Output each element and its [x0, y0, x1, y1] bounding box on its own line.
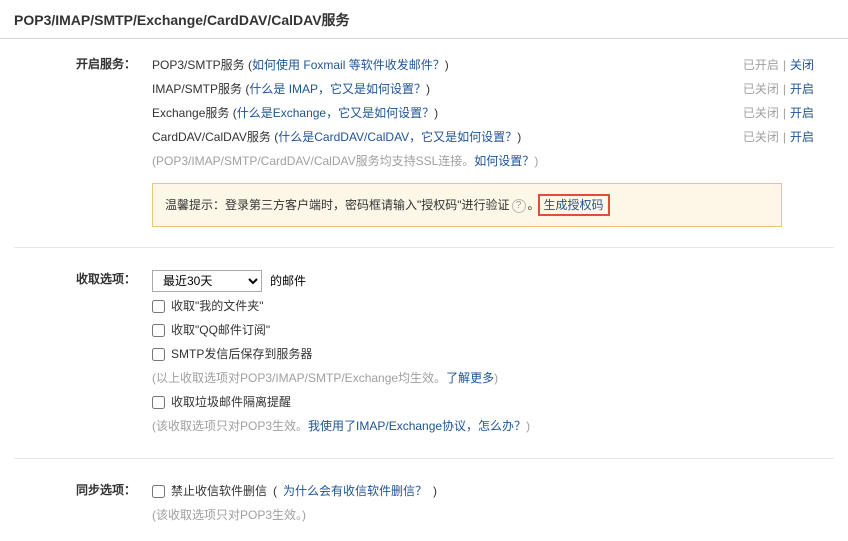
sync-section-label: 同步选项：: [0, 479, 152, 527]
learn-more-link[interactable]: 了解更多: [446, 371, 494, 385]
service-help-link[interactable]: 什么是 IMAP，它又是如何设置？: [249, 82, 426, 96]
checkbox-label: 禁止收信软件删信: [171, 479, 267, 503]
checkbox-row-spam: 收取垃圾邮件隔离提醒: [152, 390, 834, 414]
service-action-link[interactable]: 开启: [790, 106, 814, 120]
service-name: IMAP/SMTP服务: [152, 82, 242, 96]
ssl-setup-link[interactable]: 如何设置？: [474, 154, 534, 168]
paren-open: (: [273, 479, 277, 503]
generate-code-highlight: 生成授权码: [538, 194, 610, 216]
service-name: Exchange服务: [152, 106, 229, 120]
service-status: 已关闭: [743, 130, 779, 144]
service-action-link[interactable]: 开启: [790, 82, 814, 96]
service-status: 已开启: [743, 58, 779, 72]
receive-select-suffix: 的邮件: [270, 268, 306, 294]
note-suffix: ): [494, 371, 498, 385]
service-name: CardDAV/CalDAV服务: [152, 130, 271, 144]
checkbox-spam[interactable]: [152, 396, 165, 409]
paren-close: ): [426, 82, 430, 96]
imap-exchange-help-link[interactable]: 我使用了IMAP/Exchange协议，怎么办？: [308, 419, 526, 433]
service-action-link[interactable]: 开启: [790, 130, 814, 144]
divider: [14, 247, 834, 248]
separator: |: [779, 106, 790, 120]
service-help-link[interactable]: 什么是CardDAV/CalDAV，它又是如何设置？: [278, 130, 517, 144]
service-help-link[interactable]: 什么是Exchange，它又是如何设置？: [237, 106, 434, 120]
service-row-carddav: CardDAV/CalDAV服务 (什么是CardDAV/CalDAV，它又是如…: [152, 125, 834, 149]
ssl-note-suffix: ): [534, 154, 538, 168]
checkbox-smtp-save[interactable]: [152, 348, 165, 361]
paren-close: ): [517, 130, 521, 144]
receive-note-2: (该收取选项只对POP3生效。我使用了IMAP/Exchange协议，怎么办？): [152, 414, 834, 438]
generate-auth-code-link[interactable]: 生成授权码: [544, 198, 604, 212]
paren-close: ): [433, 479, 437, 503]
separator: |: [779, 82, 790, 96]
ssl-note: (POP3/IMAP/SMTP/CardDAV/CalDAV服务均支持SSL连接…: [152, 149, 834, 173]
checkbox-myfolder[interactable]: [152, 300, 165, 313]
checkbox-row-smtp-save: SMTP发信后保存到服务器: [152, 342, 834, 366]
checkbox-row-subscribe: 收取"QQ邮件订阅": [152, 318, 834, 342]
service-action-link[interactable]: 关闭: [790, 58, 814, 72]
service-status: 已关闭: [743, 106, 779, 120]
service-row-exchange: Exchange服务 (什么是Exchange，它又是如何设置？) 已关闭|开启: [152, 101, 834, 125]
nodelete-help-link[interactable]: 为什么会有收信软件删信？: [283, 479, 427, 503]
page-title: POP3/IMAP/SMTP/Exchange/CardDAV/CalDAV服务: [0, 0, 848, 39]
checkbox-subscribe[interactable]: [152, 324, 165, 337]
receive-section: 收取选项： 最近30天 的邮件 收取"我的文件夹" 收取"QQ邮件订阅" SMT…: [0, 254, 848, 452]
checkbox-label: SMTP发信后保存到服务器: [171, 342, 312, 366]
service-status: 已关闭: [743, 82, 779, 96]
receive-range-select[interactable]: 最近30天: [152, 270, 262, 292]
service-section: 开启服务： POP3/SMTP服务 (如何使用 Foxmail 等软件收发邮件？…: [0, 39, 848, 241]
ssl-note-prefix: (POP3/IMAP/SMTP/CardDAV/CalDAV服务均支持SSL连接…: [152, 154, 474, 168]
checkbox-label: 收取"我的文件夹": [171, 294, 264, 318]
checkbox-label: 收取垃圾邮件隔离提醒: [171, 390, 291, 414]
service-row-imap: IMAP/SMTP服务 (什么是 IMAP，它又是如何设置？) 已关闭|开启: [152, 77, 834, 101]
tip-box: 温馨提示：登录第三方客户端时，密码框请输入"授权码"进行验证?。生成授权码: [152, 183, 782, 227]
sync-section: 同步选项： 禁止收信软件删信 (为什么会有收信软件删信？) (该收取选项只对PO…: [0, 465, 848, 541]
paren-close: ): [434, 106, 438, 120]
checkbox-label: 收取"QQ邮件订阅": [171, 318, 270, 342]
divider: [14, 458, 834, 459]
note-prefix: (以上收取选项对POP3/IMAP/SMTP/Exchange均生效。: [152, 371, 446, 385]
tip-text: 温馨提示：登录第三方客户端时，密码框请输入"授权码"进行验证: [165, 198, 510, 212]
service-section-label: 开启服务：: [0, 53, 152, 227]
receive-section-label: 收取选项：: [0, 268, 152, 438]
receive-note-1: (以上收取选项对POP3/IMAP/SMTP/Exchange均生效。了解更多): [152, 366, 834, 390]
note-prefix: (该收取选项只对POP3生效。: [152, 419, 308, 433]
checkbox-row-myfolder: 收取"我的文件夹": [152, 294, 834, 318]
sync-note: (该收取选项只对POP3生效。): [152, 503, 834, 527]
separator: |: [779, 130, 790, 144]
checkbox-row-nodelete: 禁止收信软件删信 (为什么会有收信软件删信？): [152, 479, 834, 503]
checkbox-nodelete[interactable]: [152, 485, 165, 498]
paren-close: ): [445, 58, 449, 72]
service-help-link[interactable]: 如何使用 Foxmail 等软件收发邮件？: [252, 58, 445, 72]
service-name: POP3/SMTP服务: [152, 58, 245, 72]
help-icon[interactable]: ?: [512, 199, 526, 213]
service-row-pop3: POP3/SMTP服务 (如何使用 Foxmail 等软件收发邮件？) 已开启|…: [152, 53, 834, 77]
receive-select-row: 最近30天 的邮件: [152, 268, 834, 294]
note-suffix: ): [526, 419, 530, 433]
separator: |: [779, 58, 790, 72]
